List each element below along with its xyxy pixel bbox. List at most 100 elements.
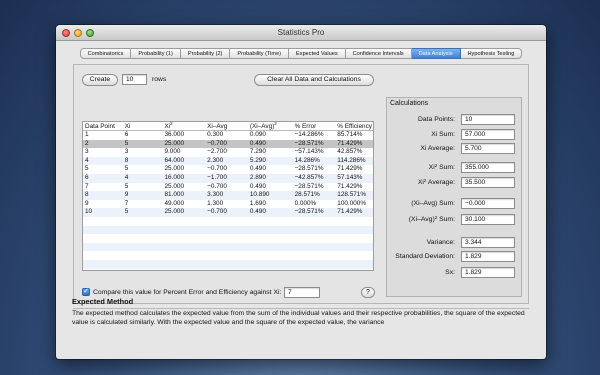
table-cell[interactable]: 10.890 xyxy=(248,191,293,200)
empty-table-row[interactable] xyxy=(83,234,373,243)
empty-table-row[interactable] xyxy=(83,259,373,269)
table-cell[interactable]: 0.490 xyxy=(248,208,293,217)
table-cell[interactable]: 64.000 xyxy=(162,157,205,166)
table-cell[interactable]: 25.000 xyxy=(162,140,205,149)
help-button[interactable]: ? xyxy=(361,287,375,298)
empty-table-row[interactable] xyxy=(83,242,373,252)
table-cell[interactable]: 10 xyxy=(83,208,123,217)
table-cell[interactable]: 2 xyxy=(83,140,123,149)
table-row[interactable]: 6 4 16.000 −1.700 2.890 −42.857% 57.143% xyxy=(83,173,373,183)
table-cell[interactable]: 128.571% xyxy=(335,191,373,200)
title-bar[interactable]: Statistics Pro xyxy=(56,25,546,41)
tab-confidence-intervals[interactable]: Confidence Intervals xyxy=(345,48,412,59)
table-cell[interactable]: 5 xyxy=(123,183,163,192)
calc-value-standard-deviation[interactable]: 1.829 xyxy=(461,251,515,262)
table-cell[interactable]: 3 xyxy=(123,148,163,157)
table-cell[interactable]: 0.300 xyxy=(205,131,248,140)
tab-probability-1[interactable]: Probability (1) xyxy=(131,48,181,59)
table-cell[interactable]: −0.700 xyxy=(205,140,248,149)
table-cell[interactable]: 0.000% xyxy=(293,200,336,209)
table-cell[interactable]: −42.857% xyxy=(293,174,336,183)
clear-all-button[interactable]: Clear All Data and Calculations xyxy=(254,74,374,86)
table-cell[interactable]: −28.571% xyxy=(293,140,336,149)
table-cell[interactable]: 71.429% xyxy=(335,140,373,149)
calc-value-xi-squared-average[interactable]: 35.500 xyxy=(461,177,515,188)
calc-value-xi-sum[interactable]: 57.000 xyxy=(461,129,515,140)
table-cell[interactable]: 2.890 xyxy=(248,174,293,183)
table-cell[interactable]: 42.857% xyxy=(335,148,373,157)
table-cell[interactable]: 4 xyxy=(123,174,163,183)
table-cell[interactable]: 5.290 xyxy=(248,157,293,166)
table-cell[interactable]: 85.714% xyxy=(335,131,373,140)
table-cell[interactable]: 100.000% xyxy=(335,200,373,209)
calc-value-variance[interactable]: 3.344 xyxy=(461,237,515,248)
table-cell[interactable]: 0.490 xyxy=(248,183,293,192)
tab-probability-2[interactable]: Probability (2) xyxy=(180,48,231,59)
table-cell[interactable]: 25.000 xyxy=(162,165,205,174)
tab-combinatorics[interactable]: Combinatorics xyxy=(79,48,132,59)
table-cell[interactable]: 9 xyxy=(123,191,163,200)
rows-input[interactable]: 10 xyxy=(122,74,147,85)
column-header[interactable]: Xi xyxy=(123,122,163,130)
table-cell[interactable]: 71.429% xyxy=(335,165,373,174)
table-cell[interactable]: 0.090 xyxy=(248,131,293,140)
table-cell[interactable]: 8 xyxy=(123,157,163,166)
table-row[interactable]: 2 5 25.000 −0.700 0.490 −28.571% 71.429% xyxy=(83,139,373,149)
table-row[interactable]: 3 3 9.000 −2.700 7.290 −57.143% 42.857% xyxy=(83,148,373,157)
table-cell[interactable]: −28.571% xyxy=(293,165,336,174)
table-cell[interactable]: 5 xyxy=(83,165,123,174)
table-cell[interactable]: 5 xyxy=(123,140,163,149)
table-cell[interactable]: 1 xyxy=(83,131,123,140)
table-cell[interactable]: 8 xyxy=(83,191,123,200)
table-cell[interactable]: 1.690 xyxy=(248,200,293,209)
table-cell[interactable]: 3.300 xyxy=(205,191,248,200)
compare-value-input[interactable]: 7 xyxy=(284,287,320,298)
calc-value-xi-squared-sum[interactable]: 355.000 xyxy=(461,162,515,173)
table-cell[interactable]: 4 xyxy=(83,157,123,166)
table-cell[interactable]: −14.286% xyxy=(293,131,336,140)
table-cell[interactable]: −57.143% xyxy=(293,148,336,157)
tab-expected-values[interactable]: Expected Values xyxy=(289,48,346,59)
empty-table-row[interactable] xyxy=(83,217,373,226)
table-cell[interactable]: −0.700 xyxy=(205,183,248,192)
table-row[interactable]: 7 5 25.000 −0.700 0.490 −28.571% 71.429% xyxy=(83,183,373,192)
calc-value-xi-avg-squared-sum[interactable]: 30.100 xyxy=(461,214,515,225)
table-cell[interactable]: 25.000 xyxy=(162,183,205,192)
table-cell[interactable]: 9.000 xyxy=(162,148,205,157)
table-cell[interactable]: 6 xyxy=(83,174,123,183)
table-cell[interactable]: 5 xyxy=(123,165,163,174)
column-header[interactable]: % Error xyxy=(293,122,336,130)
table-cell[interactable]: −0.700 xyxy=(205,165,248,174)
table-cell[interactable]: 7 xyxy=(123,200,163,209)
table-cell[interactable]: 16.000 xyxy=(162,174,205,183)
table-cell[interactable]: 7.290 xyxy=(248,148,293,157)
calc-value-xi-avg-sum[interactable]: −0.000 xyxy=(461,198,515,209)
data-table[interactable]: Data Point Xi Xi2 Xi–Avg (Xi–Avg)2% Error% E… xyxy=(82,121,374,271)
table-cell[interactable]: −28.571% xyxy=(293,183,336,192)
create-button[interactable]: Create xyxy=(82,74,118,86)
empty-table-row[interactable] xyxy=(83,251,373,260)
column-header[interactable]: Xi2 xyxy=(162,122,205,130)
table-cell[interactable]: −2.700 xyxy=(205,148,248,157)
table-cell[interactable]: 25.000 xyxy=(162,208,205,217)
table-cell[interactable]: 0.490 xyxy=(248,140,293,149)
table-cell[interactable]: 3 xyxy=(83,148,123,157)
table-row[interactable]: 5 5 25.000 −0.700 0.490 −28.571% 71.429% xyxy=(83,165,373,174)
table-row[interactable]: 8 9 81.000 3.300 10.890 28.571% 128.571% xyxy=(83,191,373,200)
table-cell[interactable]: 9 xyxy=(83,200,123,209)
calc-value-xi-average[interactable]: 5.700 xyxy=(461,143,515,154)
table-cell[interactable]: 6 xyxy=(123,131,163,140)
table-cell[interactable]: −28.571% xyxy=(293,208,336,217)
tab-hypothesis-testing[interactable]: Hypothesis Testing xyxy=(460,48,523,59)
column-header[interactable]: % Efficiency xyxy=(335,122,373,130)
table-row[interactable]: 4 8 64.000 2.300 5.290 14.286% 114.286% xyxy=(83,156,373,166)
table-cell[interactable]: 36.000 xyxy=(162,131,205,140)
table-cell[interactable]: 71.429% xyxy=(335,208,373,217)
table-cell[interactable]: 7 xyxy=(83,183,123,192)
table-cell[interactable]: −1.700 xyxy=(205,174,248,183)
calc-value-sx[interactable]: 1.829 xyxy=(461,267,515,278)
table-cell[interactable]: 81.000 xyxy=(162,191,205,200)
table-cell[interactable]: 28.571% xyxy=(293,191,336,200)
table-cell[interactable]: 5 xyxy=(123,208,163,217)
column-header[interactable]: Data Point xyxy=(83,122,123,130)
